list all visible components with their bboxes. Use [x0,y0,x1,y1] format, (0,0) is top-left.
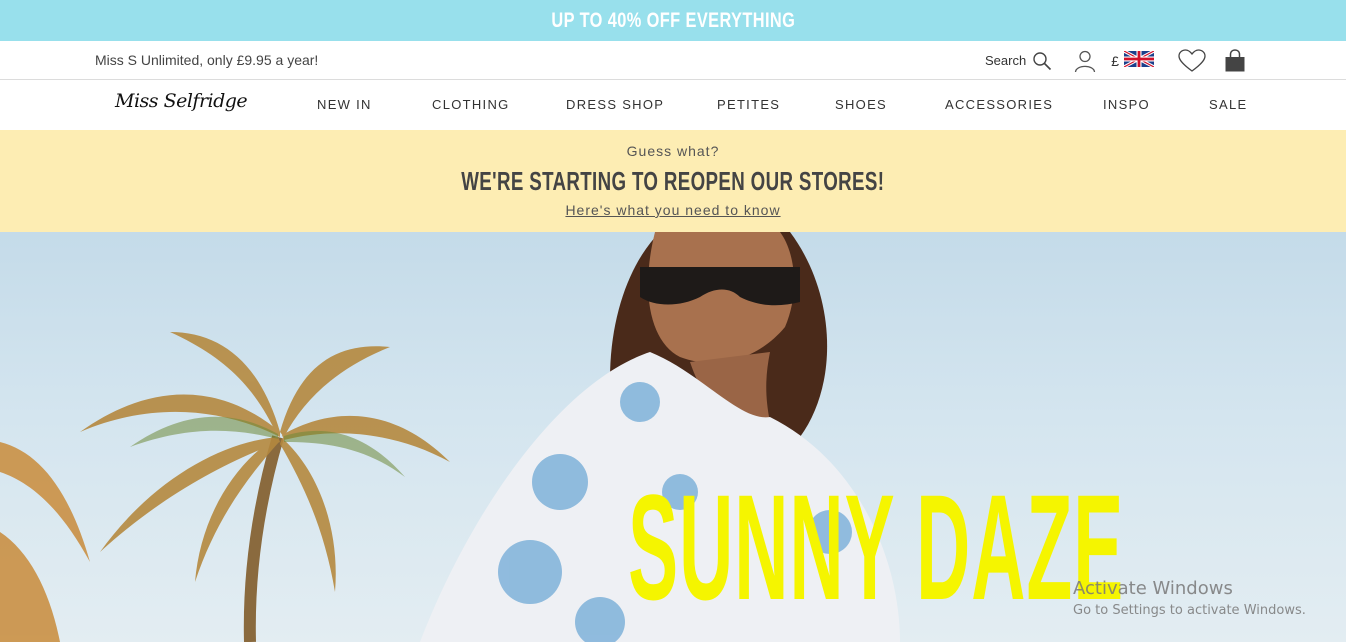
nav-item-dress-shop[interactable]: DRESS SHOP [566,97,664,112]
nav-item-inspo[interactable]: INSPO [1103,97,1150,112]
uk-flag-icon [1123,49,1155,71]
membership-offer-link[interactable]: Miss S Unlimited, only £9.95 a year! [95,52,318,68]
currency-selector[interactable]: £ [1111,49,1155,71]
nav-item-petites[interactable]: PETITES [717,97,780,112]
shopping-bag-icon[interactable] [1224,48,1246,73]
notice-headline-text: WE'RE STARTING TO REOPEN OUR STORES! [461,166,885,196]
windows-activation-watermark: Activate Windows Go to Settings to activ… [1073,578,1306,618]
utility-bar: Miss S Unlimited, only £9.95 a year! Sea… [0,41,1346,80]
watermark-line-1: Activate Windows [1073,578,1233,599]
notice-info-link[interactable]: Here's what you need to know [565,202,780,218]
search-icon [1032,51,1052,71]
hero-title: SUNNY DAZE [380,472,1123,622]
currency-symbol: £ [1111,52,1119,69]
nav-item-new-in[interactable]: NEW IN [317,97,372,112]
wishlist-heart-icon[interactable] [1178,48,1206,73]
main-navigation: Miss Selfridge NEW IN CLOTHING DRESS SHO… [0,80,1346,130]
account-icon[interactable] [1074,49,1096,73]
search-label: Search [985,53,1027,68]
search-button[interactable]: Search [985,51,1052,71]
utility-actions: Search £ [985,41,1246,80]
brand-logo[interactable]: Miss Selfridge [115,90,248,112]
store-reopening-banner: Guess what? WE'RE STARTING TO REOPEN OUR… [0,130,1346,232]
nav-item-accessories[interactable]: ACCESSORIES [945,97,1053,112]
promo-banner[interactable]: UP TO 40% OFF EVERYTHING [0,0,1346,41]
promo-text: UP TO 40% OFF EVERYTHING [551,8,795,32]
nav-item-sale[interactable]: SALE [1209,97,1247,112]
notice-kicker: Guess what? [626,143,720,159]
watermark-line-2: Go to Settings to activate Windows. [1073,603,1306,618]
notice-headline: WE'RE STARTING TO REOPEN OUR STORES! [0,166,1346,197]
nav-item-shoes[interactable]: SHOES [835,97,887,112]
hero-title-text: SUNNY DAZE [628,463,1125,631]
nav-item-clothing[interactable]: CLOTHING [432,97,510,112]
